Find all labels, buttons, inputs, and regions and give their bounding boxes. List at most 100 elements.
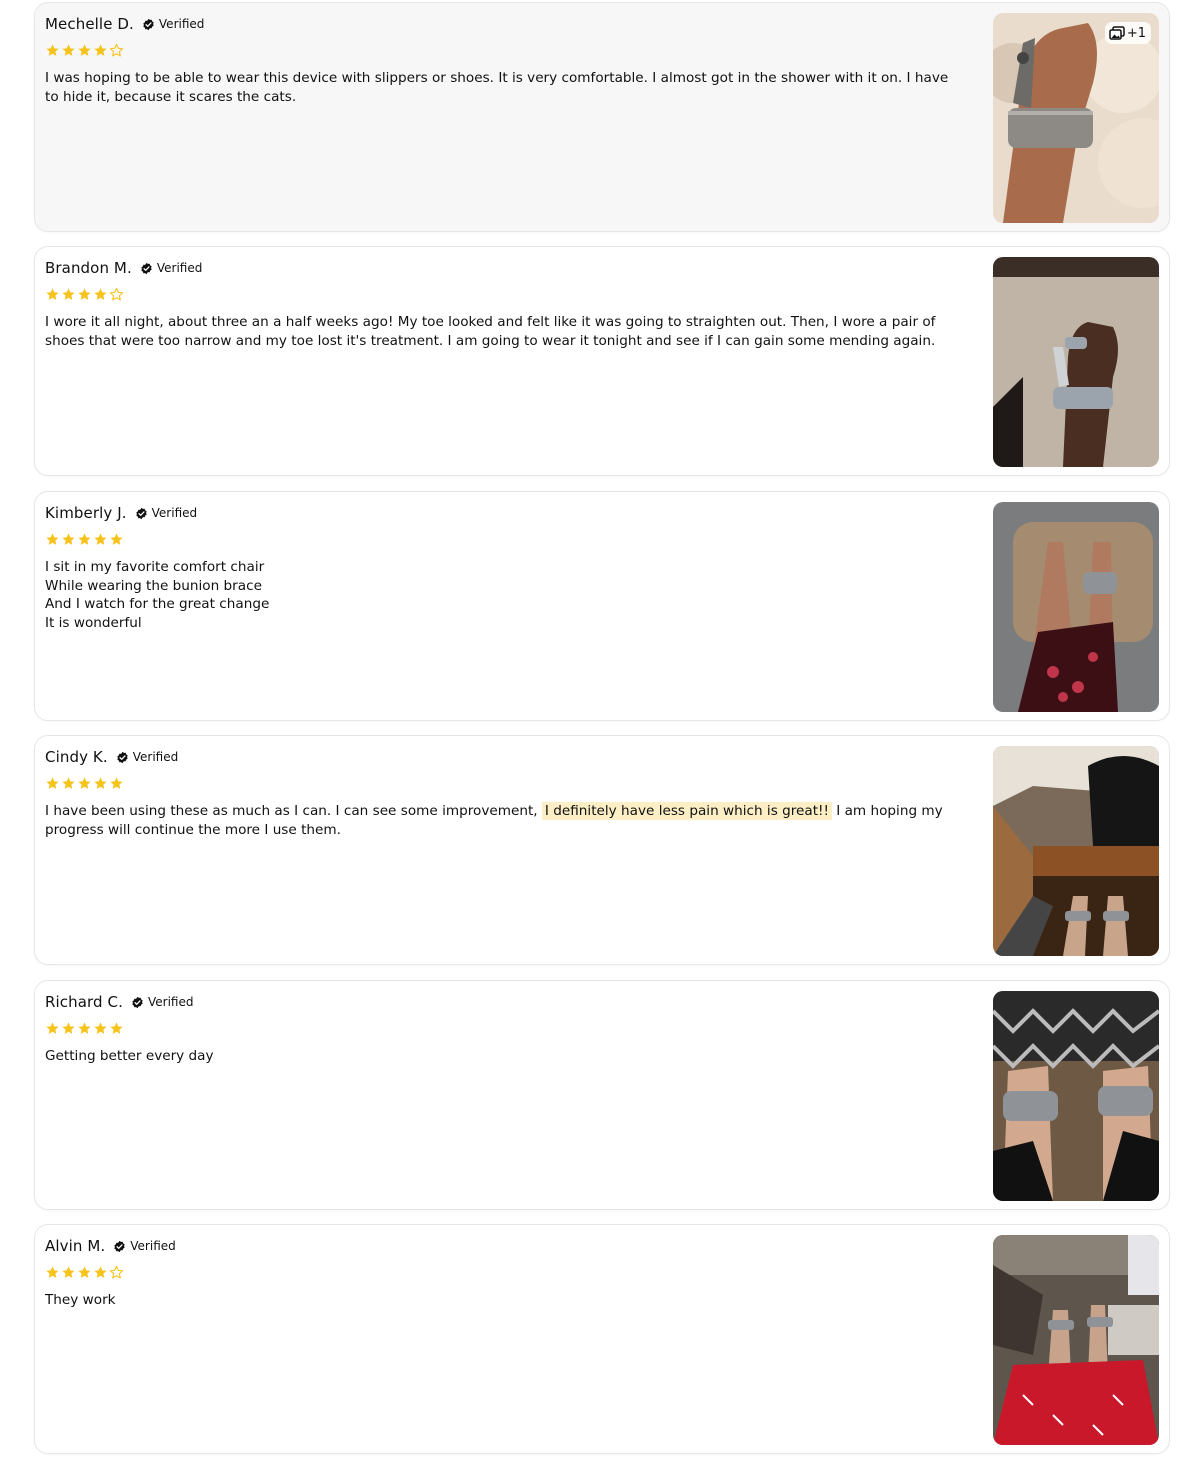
foot-photo-image — [993, 746, 1159, 956]
review-text: Getting better every day — [45, 1048, 214, 1064]
star-filled-icon — [46, 533, 59, 545]
review-text: I wore it all night, about three an a ha… — [45, 314, 936, 349]
reviewer-name: Kimberly J. — [45, 504, 127, 522]
review-highlight: I definitely have less pain which is gre… — [541, 802, 832, 820]
star-filled-icon — [62, 288, 75, 300]
star-rating — [45, 776, 965, 792]
review-header: Mechelle D. Verified — [45, 13, 965, 35]
reviewer-name: Cindy K. — [45, 748, 108, 766]
star-filled-icon — [78, 777, 91, 789]
verified-badge: Verified — [116, 750, 179, 764]
star-filled-icon — [94, 1022, 107, 1034]
star-filled-icon — [110, 1022, 123, 1034]
star-filled-icon — [94, 288, 107, 300]
check-badge-icon — [132, 996, 143, 1008]
star-filled-icon — [62, 1266, 75, 1278]
review-card[interactable]: Cindy K. Verified I have been using thes… — [34, 735, 1170, 965]
check-badge-icon — [141, 262, 152, 274]
reviewer-name: Mechelle D. — [45, 15, 134, 33]
star-filled-icon — [78, 44, 91, 56]
star-rating — [45, 532, 965, 548]
review-header: Cindy K. Verified — [45, 746, 965, 768]
review-text-part: I have been using these as much as I can… — [45, 803, 542, 819]
star-filled-icon — [110, 777, 123, 789]
star-filled-icon — [62, 777, 75, 789]
review-header: Kimberly J. Verified — [45, 502, 965, 524]
review-card[interactable]: Richard C. Verified Getting better every… — [34, 980, 1170, 1210]
review-photo[interactable] — [993, 746, 1159, 956]
foot-photo-image — [993, 1235, 1159, 1445]
star-filled-icon — [78, 1022, 91, 1034]
star-outline-icon — [109, 287, 124, 301]
review-photo[interactable] — [993, 257, 1159, 467]
star-rating — [45, 43, 965, 59]
check-badge-icon — [117, 751, 128, 763]
verified-label: Verified — [130, 1239, 176, 1253]
verified-label: Verified — [156, 261, 203, 275]
star-outline-icon — [109, 1265, 124, 1279]
star-filled-icon — [46, 44, 59, 56]
star-filled-icon — [78, 533, 91, 545]
review-text: They work — [45, 1292, 116, 1308]
star-rating — [45, 1021, 965, 1037]
photo-count-label: +1 — [1126, 25, 1146, 41]
verified-badge: Verified — [135, 506, 198, 520]
review-header: Brandon M. Verified — [45, 257, 965, 279]
star-filled-icon — [94, 533, 107, 545]
verified-label: Verified — [147, 995, 194, 1009]
foot-photo-image — [993, 257, 1159, 467]
review-card[interactable]: Kimberly J. Verified I sit in my favorit… — [34, 491, 1170, 721]
star-filled-icon — [62, 1022, 75, 1034]
review-content: Kimberly J. Verified I sit in my favorit… — [45, 502, 965, 632]
star-outline-icon — [109, 43, 124, 57]
verified-badge: Verified — [140, 261, 203, 275]
review-content: Alvin M. Verified They work — [45, 1235, 965, 1310]
review-card[interactable]: Mechelle D. Verified I was hoping to be … — [34, 2, 1170, 232]
review-text: I have been using these as much as I can… — [45, 802, 965, 839]
verified-label: Verified — [158, 17, 205, 31]
foot-photo-image — [993, 991, 1159, 1201]
star-filled-icon — [78, 288, 91, 300]
review-content: Brandon M. Verified I wore it all night,… — [45, 257, 965, 350]
review-header: Richard C. Verified — [45, 991, 965, 1013]
verified-badge: Verified — [142, 17, 205, 31]
star-filled-icon — [62, 533, 75, 545]
check-badge-icon — [114, 1240, 125, 1252]
review-photo[interactable] — [993, 502, 1159, 712]
review-text: I was hoping to be able to wear this dev… — [45, 70, 949, 105]
star-filled-icon — [46, 1266, 59, 1278]
review-content: Richard C. Verified Getting better every… — [45, 991, 965, 1066]
star-rating — [45, 287, 965, 303]
gallery-icon — [1109, 26, 1125, 40]
reviewer-name: Brandon M. — [45, 259, 132, 277]
reviewer-name: Richard C. — [45, 993, 123, 1011]
star-filled-icon — [78, 1266, 91, 1278]
star-filled-icon — [46, 1022, 59, 1034]
verified-label: Verified — [151, 506, 198, 520]
verified-badge: Verified — [113, 1239, 176, 1253]
review-text: I sit in my favorite comfort chair While… — [45, 559, 270, 631]
check-badge-icon — [143, 18, 154, 30]
verified-label: Verified — [132, 750, 179, 764]
star-rating — [45, 1265, 965, 1281]
star-filled-icon — [94, 44, 107, 56]
star-filled-icon — [62, 44, 75, 56]
star-filled-icon — [94, 777, 107, 789]
foot-photo-image — [993, 13, 1159, 223]
review-photo[interactable] — [993, 1235, 1159, 1445]
review-card[interactable]: Alvin M. Verified They work — [34, 1224, 1170, 1454]
star-filled-icon — [94, 1266, 107, 1278]
review-content: Mechelle D. Verified I was hoping to be … — [45, 13, 965, 106]
photo-count-badge[interactable]: +1 — [1104, 22, 1151, 44]
review-photo[interactable] — [993, 991, 1159, 1201]
verified-badge: Verified — [131, 995, 194, 1009]
review-content: Cindy K. Verified I have been using thes… — [45, 746, 965, 839]
reviewer-name: Alvin M. — [45, 1237, 106, 1255]
star-filled-icon — [110, 533, 123, 545]
review-photo[interactable]: +1 — [993, 13, 1159, 223]
review-header: Alvin M. Verified — [45, 1235, 965, 1257]
star-filled-icon — [46, 288, 59, 300]
star-filled-icon — [46, 777, 59, 789]
review-card[interactable]: Brandon M. Verified I wore it all night,… — [34, 246, 1170, 476]
check-badge-icon — [135, 507, 147, 519]
